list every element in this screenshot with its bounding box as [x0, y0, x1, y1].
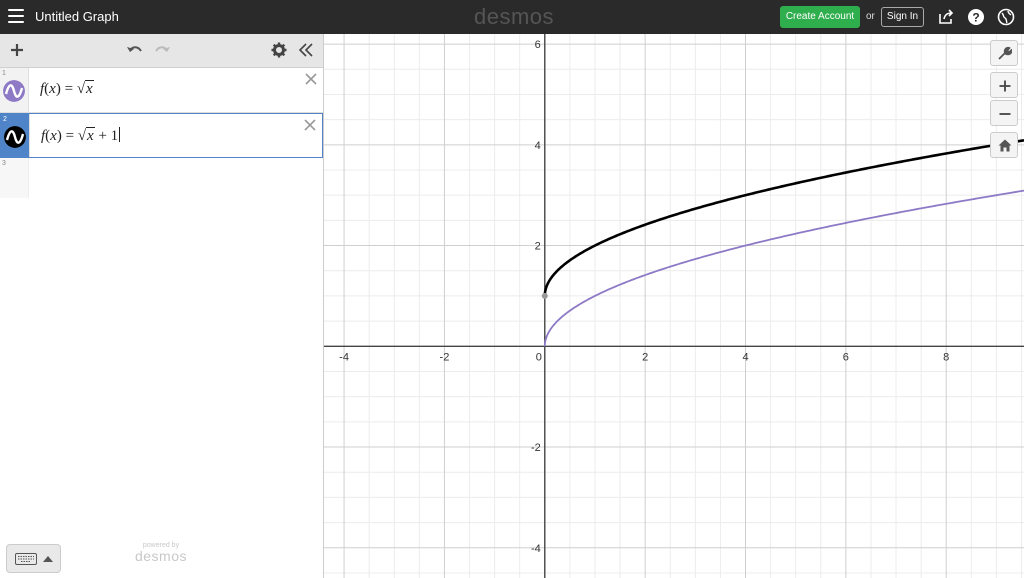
undo-icon[interactable] — [126, 42, 144, 58]
x-tick-label: 2 — [642, 351, 648, 363]
zoom-in-button[interactable] — [990, 72, 1018, 98]
expression-item[interactable]: 1 f(x) = √x — [0, 68, 323, 113]
globe-icon[interactable] — [997, 8, 1015, 26]
x-tick-label: 8 — [943, 351, 949, 363]
expression-index: 2 — [3, 116, 7, 123]
powered-by-logo: powered by desmos — [134, 542, 188, 564]
graph-canvas[interactable]: -4 -2 0 2 4 6 8 6 4 2 -2 -4 — [324, 34, 1024, 578]
expression-item-active[interactable]: 2 f(x) = √x + 1 — [0, 113, 323, 158]
expression-math[interactable]: f(x) = √x — [40, 80, 94, 98]
sign-in-button[interactable]: Sign In — [881, 7, 924, 27]
or-label: or — [866, 11, 875, 22]
home-icon — [998, 139, 1012, 152]
text-cursor — [119, 127, 121, 142]
help-icon[interactable]: ? — [967, 8, 985, 26]
expression-tab[interactable]: 1 — [0, 68, 29, 112]
keyboard-icon — [15, 553, 37, 565]
menu-icon[interactable] — [8, 9, 24, 25]
x-tick-label: 0 — [536, 351, 542, 363]
expression-tab[interactable]: 2 — [1, 114, 30, 157]
expression-toolbar — [0, 34, 323, 68]
expression-item-empty[interactable]: 3 — [0, 158, 323, 198]
x-tick-label: -2 — [440, 351, 450, 363]
share-icon[interactable] — [937, 8, 955, 26]
delete-expression-icon[interactable] — [305, 73, 317, 85]
expression-tab[interactable]: 3 — [0, 158, 29, 198]
expression-math[interactable]: f(x) = √x + 1 — [41, 127, 121, 145]
y-tick-label: 4 — [535, 140, 541, 152]
y-tick-label: 6 — [535, 39, 541, 51]
expression-index: 1 — [2, 70, 6, 77]
expression-panel: 1 f(x) = √x 2 f(x) = √x + 1 3 powered by… — [0, 34, 324, 578]
graph-color-icon[interactable] — [3, 80, 25, 102]
graph-paper[interactable]: -4 -2 0 2 4 6 8 6 4 2 -2 -4 — [324, 34, 1024, 578]
x-tick-label: -4 — [339, 351, 349, 363]
x-tick-label: 6 — [843, 351, 849, 363]
plus-icon — [999, 80, 1011, 92]
top-bar: Untitled Graph desmos Create Account or … — [0, 0, 1024, 34]
keypad-toggle-button[interactable] — [6, 544, 61, 573]
y-tick-label: -4 — [531, 543, 541, 555]
wrench-icon — [998, 46, 1012, 60]
svg-text:?: ? — [972, 11, 979, 25]
curve-series-1 — [543, 189, 1024, 347]
graph-title[interactable]: Untitled Graph — [35, 9, 119, 24]
desmos-logo: desmos — [474, 4, 555, 29]
graph-settings-button[interactable] — [990, 40, 1018, 66]
expression-index: 3 — [2, 160, 6, 167]
redo-icon[interactable] — [153, 42, 171, 58]
zoom-out-button[interactable] — [990, 100, 1018, 126]
caret-up-icon — [43, 556, 53, 562]
y-tick-label: -2 — [531, 442, 541, 454]
curve-endpoint — [541, 292, 548, 299]
minus-icon — [999, 113, 1011, 115]
default-view-button[interactable] — [990, 132, 1018, 158]
graph-color-icon[interactable] — [4, 126, 26, 148]
collapse-panel-icon[interactable] — [298, 42, 314, 58]
delete-expression-icon[interactable] — [304, 119, 316, 131]
x-tick-label: 4 — [742, 351, 748, 363]
create-account-button[interactable]: Create Account — [780, 6, 860, 28]
y-tick-label: 2 — [535, 241, 541, 253]
curve-series-2 — [543, 138, 1024, 296]
gear-icon[interactable] — [271, 42, 287, 58]
plus-icon[interactable] — [9, 42, 25, 58]
